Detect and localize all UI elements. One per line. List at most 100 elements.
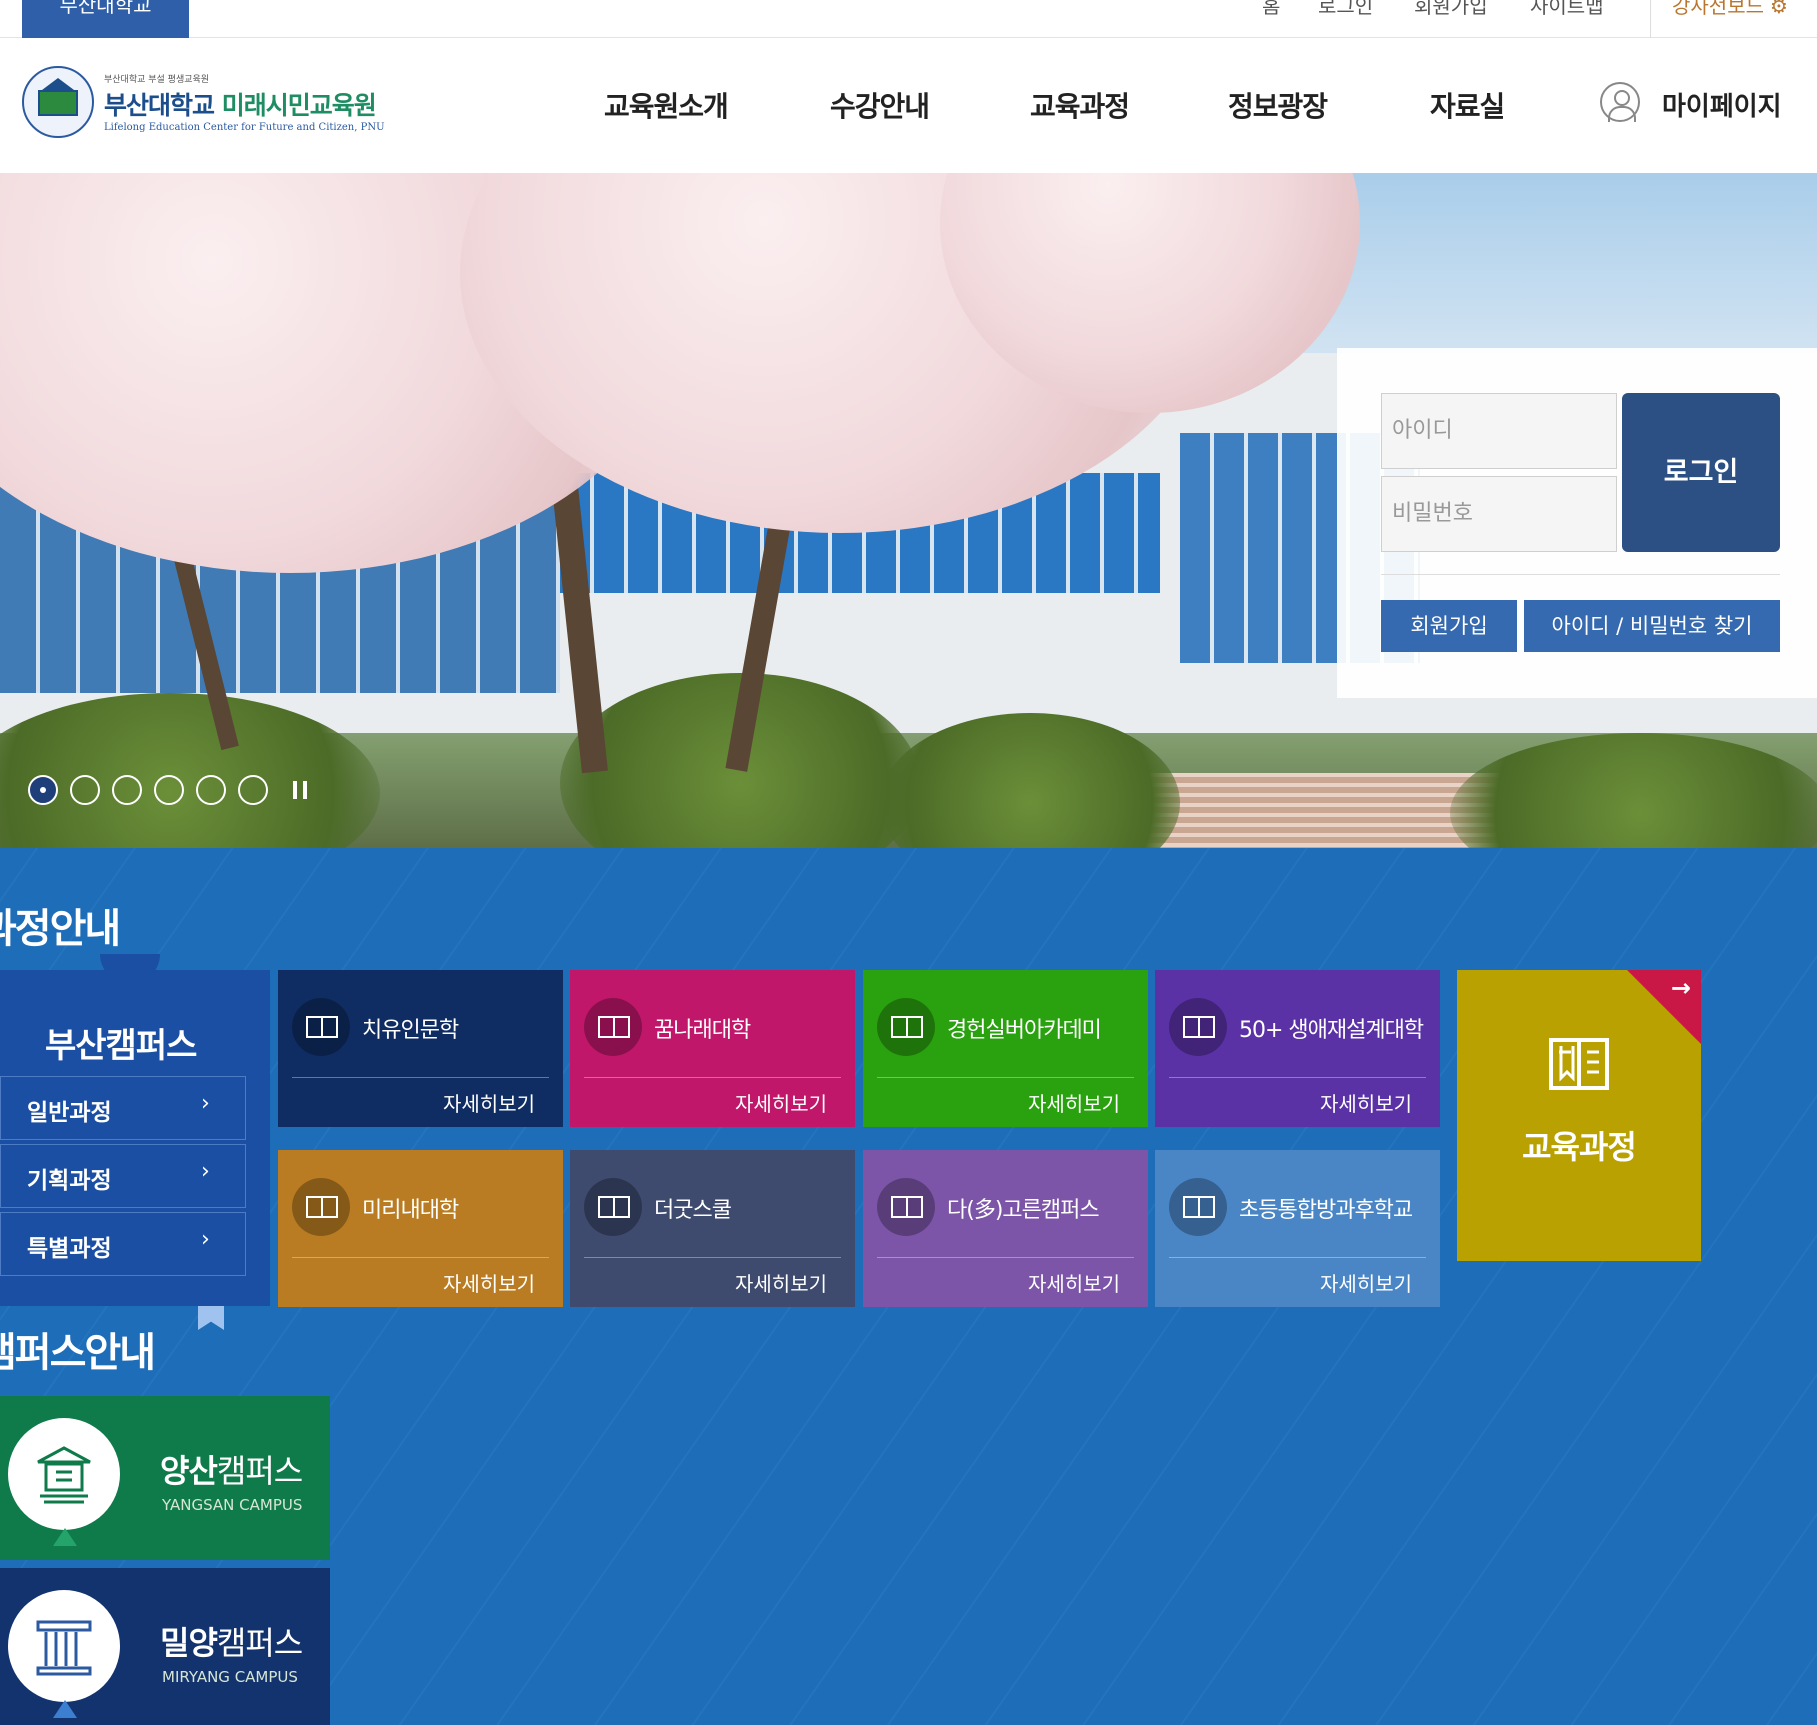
nav-courses[interactable]: 교육과정 — [1030, 85, 1130, 125]
sitemap-link[interactable]: 사이트맵 — [1530, 0, 1604, 16]
course-card[interactable]: 미리내대학 자세히보기 — [278, 1150, 563, 1307]
course-name: 다(多)고른캠퍼스 — [947, 1198, 1100, 1223]
details-link[interactable]: 자세히보기 — [1320, 1088, 1412, 1117]
course-name: 초등통합방과후학교 — [1239, 1198, 1413, 1223]
book-icon — [584, 998, 642, 1056]
course-name: 꿈나래대학 — [654, 1018, 751, 1043]
join-button[interactable]: 회원가입 — [1381, 600, 1517, 652]
campus-english-name: MIRYANG CAMPUS — [162, 1668, 298, 1686]
menu-label: 기획과정 — [27, 1168, 112, 1194]
campus-title-rest: 캠퍼스 — [216, 1624, 303, 1662]
chevron-right-icon: › — [201, 1227, 210, 1252]
login-panel: 아이디 비밀번호 로그인 회원가입 아이디 / 비밀번호 찾기 — [1337, 348, 1817, 698]
details-link[interactable]: 자세히보기 — [1028, 1268, 1120, 1297]
user-profile-icon — [1600, 82, 1640, 122]
campus-title: 양산캠퍼스 — [160, 1446, 303, 1492]
course-card[interactable]: 50+ 생애재설계대학 자세히보기 — [1155, 970, 1440, 1127]
chevron-right-icon: › — [201, 1091, 210, 1116]
logo-title: 부산대학교 미래시민교육원 — [104, 86, 377, 122]
campus-guide-title: 캠퍼스안내 — [0, 1330, 156, 1376]
arrow-right-icon: → — [1670, 974, 1691, 1002]
course-guide-title: 과정안내 — [0, 906, 121, 952]
education-course-box[interactable]: → 교육과정 — [1457, 970, 1701, 1261]
book-icon — [877, 998, 935, 1056]
campus-english-name: YANGSAN CAMPUS — [162, 1496, 303, 1514]
course-card[interactable]: 다(多)고른캠퍼스 자세히보기 — [863, 1150, 1148, 1307]
graduation-building-icon — [37, 1446, 91, 1504]
university-tab-label: 부산대학교 — [59, 0, 152, 17]
campus-title-bold: 양산 — [160, 1452, 218, 1490]
details-link[interactable]: 자세히보기 — [735, 1088, 827, 1117]
nav-registration[interactable]: 수강안내 — [830, 85, 930, 125]
book-icon — [877, 1178, 935, 1236]
nav-info-plaza[interactable]: 정보광장 — [1228, 85, 1328, 125]
find-account-button[interactable]: 아이디 / 비밀번호 찾기 — [1524, 600, 1780, 652]
logo-english: Lifelong Education Center for Future and… — [104, 122, 385, 133]
busan-campus-menu: 부산캠퍼스 일반과정 › 기획과정 › 특별과정 › — [0, 954, 270, 1306]
slide-dot[interactable] — [28, 775, 58, 805]
home-link[interactable]: 홈 — [1262, 0, 1280, 16]
campus-title-bold: 밀양 — [160, 1624, 218, 1662]
pillar-icon — [36, 1620, 92, 1676]
nav-about[interactable]: 교육원소개 — [604, 85, 729, 125]
logo-title-university: 부산대학교 — [104, 91, 215, 120]
instructor-board-label: 강사전보드 — [1672, 0, 1764, 18]
slide-dot[interactable] — [196, 775, 226, 805]
course-card[interactable]: 치유인문학 자세히보기 — [278, 970, 563, 1127]
miryang-campus-card[interactable]: 밀양캠퍼스 MIRYANG CAMPUS — [0, 1568, 330, 1725]
university-emblem-icon — [22, 66, 94, 138]
password-input[interactable]: 비밀번호 — [1381, 476, 1617, 552]
menu-special-course[interactable]: 특별과정 › — [0, 1212, 246, 1276]
book-icon — [292, 1178, 350, 1236]
nav-resources[interactable]: 자료실 — [1430, 85, 1505, 125]
utility-bar: 부산대학교 홈 로그인 회원가입 사이트맵 강사전보드 ⚙ — [0, 0, 1817, 38]
slide-dot[interactable] — [112, 775, 142, 805]
content-section: 과정안내 부산캠퍼스 일반과정 › 기획과정 › 특별과정 › 치유인문학 자세… — [0, 848, 1817, 1725]
details-link[interactable]: 자세히보기 — [443, 1268, 535, 1297]
chevron-right-icon: › — [201, 1159, 210, 1184]
utility-divider — [1650, 0, 1651, 38]
campus-name: 부산캠퍼스 — [45, 1026, 197, 1066]
slide-dot[interactable] — [154, 775, 184, 805]
slide-dot[interactable] — [70, 775, 100, 805]
book-icon — [584, 1178, 642, 1236]
course-card[interactable]: 초등통합방과후학교 자세히보기 — [1155, 1150, 1440, 1307]
login-button[interactable]: 로그인 — [1622, 393, 1780, 552]
course-card[interactable]: 경헌실버아카데미 자세히보기 — [863, 970, 1148, 1127]
slide-dot[interactable] — [238, 775, 268, 805]
course-name: 경헌실버아카데미 — [947, 1018, 1102, 1043]
pause-icon[interactable] — [293, 781, 307, 799]
menu-general-course[interactable]: 일반과정 › — [0, 1076, 246, 1140]
yangsan-campus-card[interactable]: 양산캠퍼스 YANGSAN CAMPUS — [0, 1396, 330, 1560]
menu-planned-course[interactable]: 기획과정 › — [0, 1144, 246, 1208]
campus-title: 밀양캠퍼스 — [160, 1618, 303, 1664]
course-name: 50+ 생애재설계대학 — [1239, 1018, 1424, 1043]
mypage-label: 마이페이지 — [1662, 92, 1782, 122]
course-card[interactable]: 더굿스쿨 자세히보기 — [570, 1150, 855, 1307]
open-book-icon — [1549, 1038, 1609, 1090]
instructor-board-link[interactable]: 강사전보드 ⚙ — [1672, 0, 1788, 16]
book-icon — [1169, 998, 1227, 1056]
join-link[interactable]: 회원가입 — [1414, 0, 1488, 16]
menu-label: 일반과정 — [27, 1100, 112, 1126]
logo-subtitle: 부산대학교 부설 평생교육원 — [104, 75, 210, 85]
details-link[interactable]: 자세히보기 — [443, 1088, 535, 1117]
logo-title-center: 미래시민교육원 — [221, 91, 377, 120]
education-course-label: 교육과정 — [1522, 1128, 1637, 1166]
course-name: 미리내대학 — [362, 1198, 459, 1223]
header: 부산대학교 부설 평생교육원 부산대학교 미래시민교육원 Lifelong Ed… — [0, 39, 1817, 173]
site-logo[interactable]: 부산대학교 부설 평생교육원 부산대학교 미래시민교육원 Lifelong Ed… — [22, 66, 385, 144]
course-name: 더굿스쿨 — [654, 1198, 732, 1223]
course-card[interactable]: 꿈나래대학 자세히보기 — [570, 970, 855, 1127]
book-icon — [1169, 1178, 1227, 1236]
campus-title-rest: 캠퍼스 — [216, 1452, 303, 1490]
university-tab[interactable]: 부산대학교 — [22, 0, 189, 38]
details-link[interactable]: 자세히보기 — [1028, 1088, 1120, 1117]
course-name: 치유인문학 — [362, 1018, 459, 1043]
login-link[interactable]: 로그인 — [1318, 0, 1373, 16]
user-id-input[interactable]: 아이디 — [1381, 393, 1617, 469]
gear-icon: ⚙ — [1770, 0, 1788, 18]
details-link[interactable]: 자세히보기 — [1320, 1268, 1412, 1297]
details-link[interactable]: 자세히보기 — [735, 1268, 827, 1297]
login-divider — [1381, 574, 1780, 575]
